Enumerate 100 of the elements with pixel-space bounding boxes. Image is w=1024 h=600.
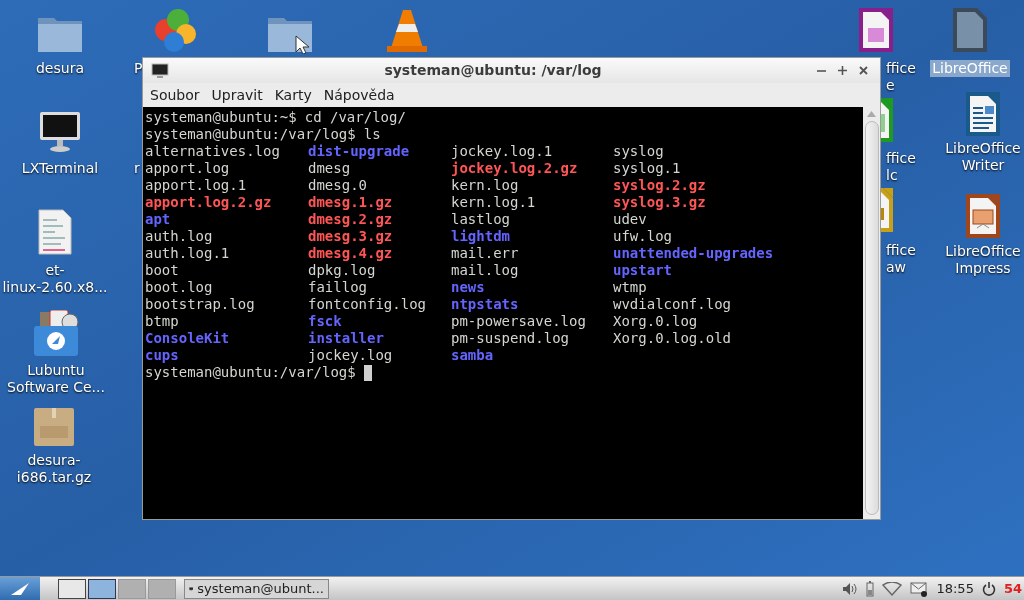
file-name: boot.log xyxy=(145,279,214,296)
file-name: Xorg.0.log.old xyxy=(613,330,732,347)
file-name: mail.log xyxy=(451,262,520,279)
clock[interactable]: 18:55 xyxy=(936,578,974,599)
file-name: faillog xyxy=(308,279,368,296)
database-document-icon xyxy=(856,6,896,54)
file-name: dmesg xyxy=(308,160,352,177)
file-name: dmesg.4.gz xyxy=(308,245,394,262)
file-name: dmesg.3.gz xyxy=(308,228,394,245)
software-center-icon xyxy=(32,310,80,358)
file-name: jockey.log.2.gz xyxy=(451,160,579,177)
file-name: auth.log.1 xyxy=(145,245,231,262)
shell-command: ls xyxy=(363,126,381,143)
desktop-icon-label[interactable]: ffice e xyxy=(884,60,918,94)
file-name: upstart xyxy=(613,262,673,279)
text-document-icon xyxy=(963,90,1003,138)
menu-item[interactable]: Soubor xyxy=(150,84,200,106)
file-name: dist-upgrade xyxy=(308,143,411,160)
shell-prompt: systeman@ubuntu:/var/log$ xyxy=(145,126,356,143)
file-name: fsck xyxy=(308,313,343,330)
file-name: kern.log.1 xyxy=(451,194,537,211)
file-name: installer xyxy=(308,330,385,347)
file-name: auth.log xyxy=(145,228,214,245)
start-button[interactable] xyxy=(0,577,40,600)
file-name: fontconfig.log xyxy=(308,296,427,313)
mail-icon[interactable] xyxy=(910,580,929,597)
file-name: apt xyxy=(145,211,172,228)
desktop-switcher[interactable] xyxy=(118,578,146,599)
menu-item[interactable]: Upravit xyxy=(211,84,263,106)
file-name: bootstrap.log xyxy=(145,296,256,313)
scrollbar[interactable] xyxy=(863,107,880,519)
volume-icon[interactable] xyxy=(842,581,859,596)
file-name: alternatives.log xyxy=(145,143,281,160)
file-name: pm-powersave.log xyxy=(451,313,587,330)
file-name: syslog.2.gz xyxy=(613,177,707,194)
desktop-switcher[interactable] xyxy=(148,578,176,599)
monitor-icon xyxy=(38,110,82,154)
desktop-switcher[interactable] xyxy=(58,578,86,599)
desktop-icon-label[interactable]: LibreOffice Writer xyxy=(943,140,1023,174)
shell-prompt: systeman@ubuntu:/var/log$ xyxy=(145,364,356,381)
file-name: wvdialconf.log xyxy=(613,296,732,313)
file-name: news xyxy=(451,279,486,296)
file-name: pm-suspend.log xyxy=(451,330,570,347)
desktop-icon-label[interactable]: ffice lc xyxy=(884,150,918,184)
file-name: ConsoleKit xyxy=(145,330,231,347)
desktop-switcher[interactable] xyxy=(88,578,116,599)
battery-icon[interactable] xyxy=(866,580,875,597)
traffic-cone-icon xyxy=(385,8,429,54)
desktop-icon-label[interactable]: desura- i686.tar.gz xyxy=(14,452,94,486)
file-name: apport.log xyxy=(145,160,231,177)
shell-command: cd /var/log/ xyxy=(304,109,406,126)
desktop-icon-label[interactable]: desura xyxy=(34,60,86,77)
terminal-icon xyxy=(151,62,169,79)
file-name: btmp xyxy=(145,313,180,330)
file-name: syslog.1 xyxy=(613,160,682,177)
desktop-icon-label[interactable]: ffice aw xyxy=(884,242,918,276)
menu-item[interactable]: Karty xyxy=(274,84,312,106)
text-file-icon xyxy=(37,208,73,256)
file-name: mail.err xyxy=(451,245,520,262)
desktop-icon-label[interactable]: et- linux-2.60.x8... xyxy=(0,262,110,296)
power-icon[interactable] xyxy=(981,581,996,596)
file-name: ntpstats xyxy=(451,296,520,313)
file-name: ufw.log xyxy=(613,228,673,245)
package-icon xyxy=(32,406,76,448)
file-name: wtmp xyxy=(613,279,648,296)
file-name: jockey.log xyxy=(308,347,394,364)
file-name: boot xyxy=(145,262,180,279)
counter[interactable]: 54 xyxy=(1003,578,1022,599)
file-name: kern.log xyxy=(451,177,520,194)
document-icon xyxy=(950,6,990,54)
text-cursor xyxy=(363,364,372,381)
maximize-icon[interactable] xyxy=(838,66,847,75)
pinwheel-icon xyxy=(152,8,198,54)
file-name: lightdm xyxy=(451,228,511,245)
file-name: unattended-upgrades xyxy=(613,245,775,262)
file-name: syslog xyxy=(613,143,665,160)
file-name: apport.log.2.gz xyxy=(145,194,273,211)
file-name: dmesg.0 xyxy=(308,177,368,194)
file-name: lastlog xyxy=(451,211,511,228)
desktop-icon-label[interactable]: Lubuntu Software Ce... xyxy=(5,362,107,396)
desktop-icon-label[interactable]: LibreOffice Impress xyxy=(943,243,1023,277)
window-title: systeman@ubuntu: /var/log xyxy=(383,61,603,80)
desktop-icon-label[interactable]: r xyxy=(132,160,142,177)
bird-logo-icon xyxy=(9,580,31,597)
presentation-document-icon xyxy=(963,192,1003,240)
shell-prompt: systeman@ubuntu:~$ xyxy=(145,109,297,126)
file-name: syslog.3.gz xyxy=(613,194,707,211)
file-name: samba xyxy=(451,347,495,364)
close-icon[interactable] xyxy=(859,66,868,75)
menu-item[interactable]: Nápověda xyxy=(323,84,395,106)
desktop-icon-label[interactable]: P xyxy=(132,60,145,77)
task-button[interactable]: systeman@ubunt... xyxy=(184,578,329,599)
file-name: Xorg.0.log xyxy=(613,313,699,330)
wifi-icon[interactable] xyxy=(882,581,903,596)
desktop-icon-label[interactable]: LXTerminal xyxy=(19,160,101,177)
file-name: dmesg.2.gz xyxy=(308,211,394,228)
file-name: udev xyxy=(613,211,648,228)
file-name: cups xyxy=(145,347,180,364)
file-name: apport.log.1 xyxy=(145,177,248,194)
file-name: jockey.log.1 xyxy=(451,143,554,160)
